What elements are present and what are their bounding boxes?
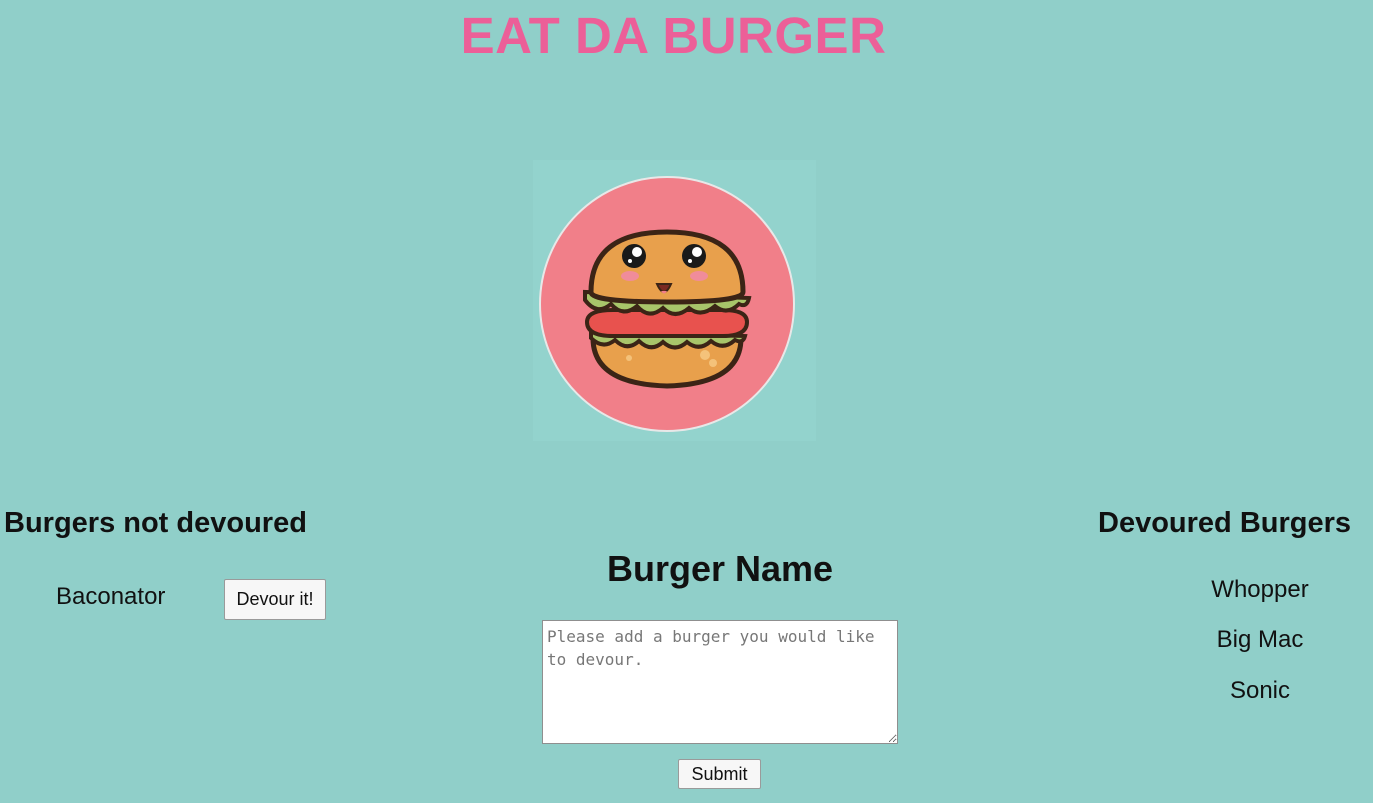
list-item: Whopper bbox=[1211, 576, 1309, 603]
list-item: Big Mac bbox=[1216, 626, 1304, 653]
burger-name-input[interactable] bbox=[542, 620, 898, 744]
list-item: Sonic bbox=[1229, 677, 1291, 704]
burger-name-heading: Burger Name bbox=[606, 548, 834, 589]
devoured-heading: Devoured Burgers bbox=[1098, 507, 1352, 539]
not-devoured-section: Burgers not devoured Baconator Devour it… bbox=[4, 505, 364, 620]
devour-button[interactable]: Devour it! bbox=[224, 579, 326, 620]
burger-name: Baconator bbox=[56, 583, 166, 610]
list-item: Baconator Devour it! bbox=[4, 579, 364, 623]
not-devoured-heading: Burgers not devoured bbox=[4, 507, 307, 539]
page-title: EAT DA BURGER bbox=[460, 7, 887, 64]
kawaii-burger-icon bbox=[539, 176, 795, 432]
devoured-section: Devoured Burgers Whopper Big Mac Sonic bbox=[1098, 505, 1366, 704]
burger-logo bbox=[533, 160, 816, 441]
add-burger-form: Burger Name Submit bbox=[540, 548, 900, 789]
submit-button[interactable]: Submit bbox=[678, 759, 761, 789]
